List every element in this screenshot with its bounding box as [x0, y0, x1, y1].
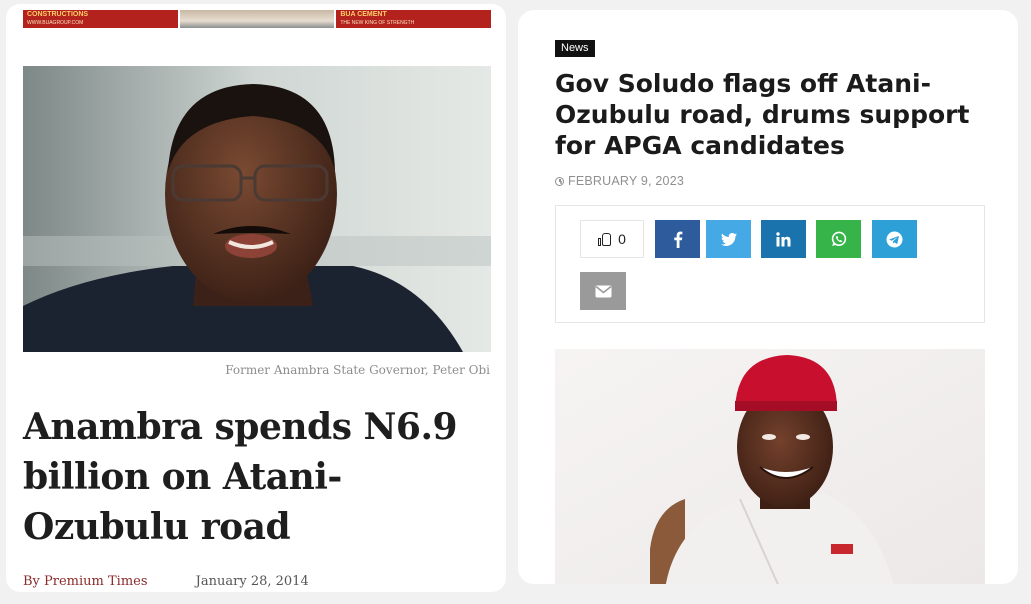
like-count: 0 [618, 231, 626, 247]
facebook-share-button[interactable] [655, 220, 700, 258]
article-headline[interactable]: Gov Soludo flags off Atani-Ozubulu road,… [555, 68, 985, 161]
byline-date: January 28, 2014 [195, 574, 309, 589]
linkedin-icon [776, 231, 791, 246]
article-headline[interactable]: Anambra spends N6.9 billion on Atani-Ozu… [23, 402, 493, 552]
email-share-button[interactable] [580, 272, 626, 310]
telegram-share-button[interactable] [872, 220, 917, 258]
banner-right-sub: THE NEW KING OF STRENGTH [340, 20, 415, 26]
banner-bridge-image [179, 10, 335, 28]
banner-left-sub: WWW.BUAGROUP.COM [27, 20, 84, 26]
byline-author[interactable]: By Premium Times [23, 574, 148, 589]
banner-left: CONSTRUCTIONS WWW.BUAGROUP.COM [23, 10, 178, 28]
twitter-icon [720, 232, 737, 246]
facebook-icon [673, 231, 682, 248]
category-tag[interactable]: News [555, 40, 595, 57]
publish-date: FEBRUARY 9, 2023 [555, 174, 684, 188]
byline: By Premium Times January 28, 2014 [23, 574, 309, 589]
soludo-photo [555, 349, 985, 584]
clock-icon [555, 176, 564, 186]
peter-obi-photo [23, 66, 491, 352]
publish-date-text: FEBRUARY 9, 2023 [568, 174, 684, 188]
share-box: 0 [555, 205, 985, 323]
whatsapp-icon [831, 231, 846, 247]
left-article-card: CONSTRUCTIONS WWW.BUAGROUP.COM BUA CEMEN… [6, 4, 506, 592]
banner-right-text: BUA CEMENT [340, 11, 387, 18]
whatsapp-share-button[interactable] [816, 220, 861, 258]
advertisement-banner[interactable]: CONSTRUCTIONS WWW.BUAGROUP.COM BUA CEMEN… [23, 10, 492, 28]
like-button[interactable]: 0 [580, 220, 644, 258]
thumbs-up-icon [598, 232, 612, 246]
linkedin-share-button[interactable] [761, 220, 806, 258]
twitter-share-button[interactable] [706, 220, 751, 258]
image-caption: Former Anambra State Governor, Peter Obi [225, 363, 490, 377]
right-article-card: News Gov Soludo flags off Atani-Ozubulu … [518, 10, 1018, 584]
banner-right: BUA CEMENT THE NEW KING OF STRENGTH [336, 10, 492, 28]
envelope-icon [595, 285, 611, 297]
banner-left-text: CONSTRUCTIONS [27, 11, 89, 18]
telegram-icon [886, 231, 903, 247]
